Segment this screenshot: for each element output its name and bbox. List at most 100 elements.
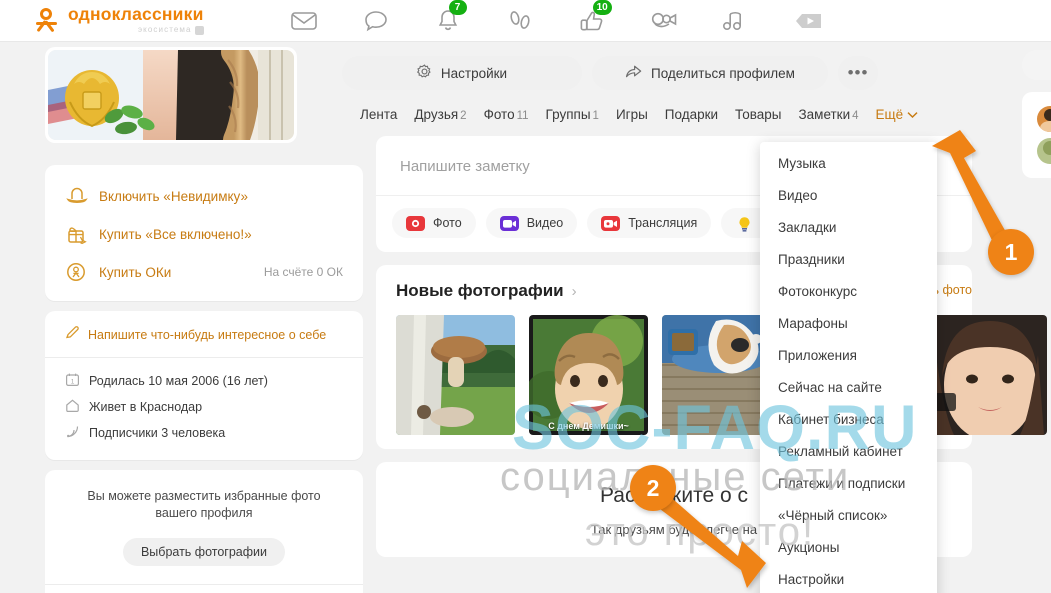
home-icon xyxy=(65,398,80,416)
info-row-text: Живет в Краснодар xyxy=(89,400,203,414)
chip-broadcast[interactable]: Трансляция xyxy=(587,208,712,238)
callout-number-label: 1 xyxy=(1004,238,1018,265)
coin-icon xyxy=(65,262,89,282)
profile-tabs: Лента Друзья 2 Фото 11 Группы 1 Игры Подарк… xyxy=(332,90,972,122)
photo-thumbnail[interactable] xyxy=(928,315,1047,435)
chevron-right-icon[interactable]: › xyxy=(572,283,577,300)
menu-item-auctions[interactable]: Аукционы xyxy=(760,532,937,564)
sidebar-item-label: Купить «Все включено!» xyxy=(99,226,252,242)
chevron-down-icon xyxy=(907,107,918,122)
tab-label: Игры xyxy=(615,107,648,122)
video-icon xyxy=(499,215,519,231)
menu-item-marathons[interactable]: Марафоны xyxy=(760,308,937,340)
chip-label: Фото xyxy=(433,216,462,230)
avatar[interactable] xyxy=(1037,138,1051,164)
divider xyxy=(45,357,363,358)
chat-icon[interactable] xyxy=(362,7,390,35)
more-options-button[interactable]: ••• xyxy=(838,56,878,90)
tab-friends[interactable]: Друзья 2 xyxy=(414,107,466,122)
logo-title: одноклассники xyxy=(68,4,204,25)
sidebar-item-label: Купить ОКи xyxy=(99,264,172,280)
settings-button[interactable]: Настройки xyxy=(342,56,582,90)
sidebar-item-invisible-mode[interactable]: Включить «Невидимку» xyxy=(45,177,363,215)
footsteps-icon[interactable] xyxy=(506,7,534,35)
bell-icon[interactable]: 7 xyxy=(434,0,467,35)
chip-label: Видео xyxy=(526,216,564,230)
tab-label: Ещё xyxy=(875,107,904,122)
site-logo[interactable]: одноклассники экосистема xyxy=(33,6,204,35)
more-dropdown-menu: Музыка Видео Закладки Праздники Фотоконк… xyxy=(760,142,937,593)
video-camera-icon[interactable] xyxy=(650,7,678,35)
menu-item-online-now[interactable]: Сейчас на сайте xyxy=(760,372,937,404)
tab-products[interactable]: Товары xyxy=(735,107,781,122)
tab-count: 4 xyxy=(852,110,859,122)
pencil-icon xyxy=(65,325,80,345)
menu-item-payments[interactable]: Платежи и подписки xyxy=(760,468,937,500)
tab-count: 1 xyxy=(592,110,599,122)
favorite-photos-card: Вы можете разместить избранные фото ваше… xyxy=(45,470,363,593)
tab-more[interactable]: Ещё xyxy=(876,107,919,122)
info-row-birthday: 1 Родилась 10 мая 2006 (16 лет) xyxy=(65,368,343,394)
menu-item-business-cabinet[interactable]: Кабинет бизнеса xyxy=(760,404,937,436)
profile-avatar-card[interactable] xyxy=(45,47,297,143)
video-player-icon[interactable] xyxy=(794,9,824,33)
tab-label: Группы xyxy=(545,107,591,122)
share-profile-button[interactable]: Поделиться профилем xyxy=(592,56,828,90)
photo-thumbnail[interactable] xyxy=(396,315,515,435)
avatar[interactable] xyxy=(1037,106,1051,132)
info-row-city: Живет в Краснодар xyxy=(65,394,343,420)
sidebar-item-buy-all-inclusive[interactable]: Купить «Все включено!» xyxy=(45,215,363,253)
menu-item-photo-contest[interactable]: Фотоконкурс xyxy=(760,276,937,308)
share-button-label: Поделиться профилем xyxy=(651,65,795,81)
menu-item-video[interactable]: Видео xyxy=(760,180,937,212)
logo-subtitle: экосистема xyxy=(68,25,204,35)
quick-actions-card: Включить «Невидимку» Купить «Все включен… xyxy=(45,165,363,301)
broadcast-icon xyxy=(601,215,621,231)
menu-item-blacklist[interactable]: «Чёрный список» xyxy=(760,500,937,532)
profile-action-buttons: Настройки Поделиться профилем ••• xyxy=(332,42,972,90)
tab-label: Подарки xyxy=(664,107,719,122)
callout-number-label: 2 xyxy=(646,474,660,501)
photo-caption: С днем Демишки~ xyxy=(548,421,629,431)
profile-info-card: Напишите что-нибудь интересное о себе 1 … xyxy=(45,311,363,460)
bell-badge: 7 xyxy=(448,0,467,15)
mail-icon[interactable] xyxy=(290,7,318,35)
avatar[interactable] xyxy=(48,50,294,140)
search-input[interactable] xyxy=(1022,50,1051,80)
sidebar-item-buy-oki[interactable]: Купить ОКи На счёте 0 ОК xyxy=(45,253,363,291)
svg-text:1: 1 xyxy=(71,378,75,385)
section-title: Новые фотографии xyxy=(396,281,564,300)
menu-item-bookmarks[interactable]: Закладки xyxy=(760,212,937,244)
left-sidebar: Включить «Невидимку» Купить «Все включен… xyxy=(45,42,363,593)
menu-item-ad-cabinet[interactable]: Рекламный кабинет xyxy=(760,436,937,468)
about-me-text: Напишите что-нибудь интересное о себе xyxy=(88,328,327,342)
tab-gifts[interactable]: Подарки xyxy=(665,107,718,122)
edit-personal-data-link[interactable]: Редактировать личные данные xyxy=(69,585,339,593)
share-icon xyxy=(625,64,642,82)
page-root: одноклассники экосистема 7 10 Включить «… xyxy=(0,0,1051,593)
menu-item-holidays[interactable]: Праздники xyxy=(760,244,937,276)
tab-count: 2 xyxy=(460,110,467,122)
choose-photos-button[interactable]: Выбрать фотографии xyxy=(122,538,286,566)
tab-groups[interactable]: Группы 1 xyxy=(546,107,599,122)
sidebar-item-label: Включить «Невидимку» xyxy=(99,188,248,204)
ecosystem-badge-icon xyxy=(194,25,204,35)
about-me-link[interactable]: Напишите что-нибудь интересное о себе xyxy=(65,325,343,357)
menu-item-applications[interactable]: Приложения xyxy=(760,340,937,372)
menu-item-settings[interactable]: Настройки xyxy=(760,564,937,593)
thumbs-up-icon[interactable]: 10 xyxy=(578,0,612,35)
rss-icon xyxy=(65,424,80,442)
calendar-icon: 1 xyxy=(65,372,80,390)
tab-photos[interactable]: Фото 11 xyxy=(484,107,529,122)
menu-item-music[interactable]: Музыка xyxy=(760,148,937,180)
tab-label: Друзья xyxy=(414,107,459,122)
ok-logo-icon xyxy=(33,7,59,34)
tab-lenta[interactable]: Лента xyxy=(360,107,397,122)
photo-thumbnail[interactable]: С днем Демишки~ xyxy=(529,315,648,435)
music-icon[interactable] xyxy=(722,7,750,35)
tab-games[interactable]: Игры xyxy=(616,107,648,122)
thumbs-up-badge: 10 xyxy=(592,0,612,15)
tab-notes[interactable]: Заметки 4 xyxy=(799,107,859,122)
chip-photo[interactable]: Фото xyxy=(392,208,476,238)
chip-video[interactable]: Видео xyxy=(485,208,578,238)
